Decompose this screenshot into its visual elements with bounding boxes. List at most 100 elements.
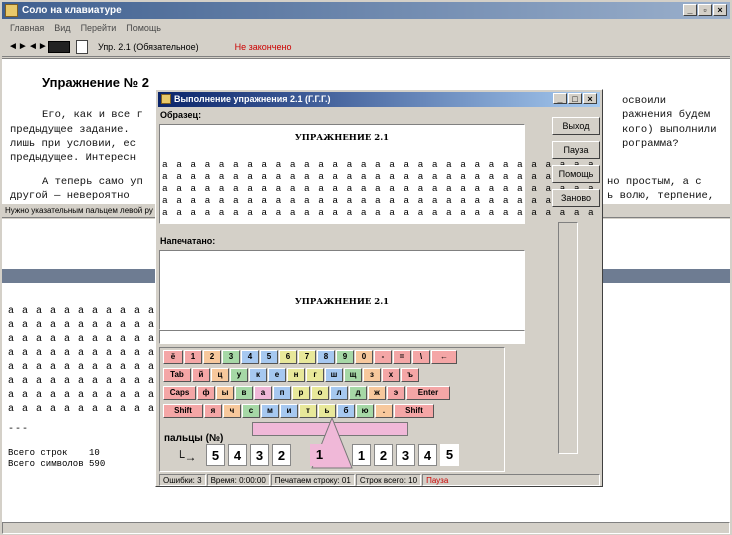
exercise-status: Не закончено: [234, 41, 292, 52]
menu-item-view[interactable]: Вид: [54, 20, 70, 36]
key: г: [306, 368, 324, 382]
key: .: [375, 404, 393, 418]
restore-button[interactable]: ▫: [698, 4, 712, 16]
pause-button[interactable]: Пауза: [552, 141, 600, 159]
key: с: [242, 404, 260, 418]
shift-left-key: Shift: [163, 404, 203, 418]
lesson-line: лишь при условии, ес: [10, 138, 137, 150]
key: 6: [279, 350, 297, 364]
app-icon: [5, 4, 18, 17]
progress-panel: [558, 222, 578, 454]
key: 8: [317, 350, 335, 364]
key: \: [412, 350, 430, 364]
toolbar: ◄► ◄► Упр. 2.1 (Обязательное) Не законче…: [2, 37, 730, 57]
key: п: [273, 386, 291, 400]
key: х: [382, 368, 400, 382]
key: ш: [325, 368, 343, 382]
sample-row: а а а а а а а а а а а а а а а а а а а а …: [162, 195, 596, 206]
close-button[interactable]: ×: [713, 4, 727, 16]
dialog-title-bar: Выполнение упражнения 2.1 (Г.Г.Г.) _ □ ×: [158, 92, 600, 107]
lesson-line-right: ь волю, терпение,: [607, 190, 715, 202]
key: й: [192, 368, 210, 382]
key: д: [349, 386, 367, 400]
key: ж: [368, 386, 386, 400]
finger-right-2: 2: [374, 444, 393, 466]
sample-title: УПРАЖНЕНИЕ 2.1: [294, 133, 390, 143]
typed-pane: УПРАЖНЕНИЕ 2.1: [159, 250, 525, 330]
main-title-bar: Соло на клавиатуре _ ▫ ×: [2, 2, 730, 19]
typing-input[interactable]: [159, 330, 525, 344]
exercise-name: Упр. 2.1 (Обязательное): [98, 41, 199, 52]
key: 5: [260, 350, 278, 364]
key: м: [261, 404, 279, 418]
document-icon[interactable]: [76, 39, 88, 54]
menu-item-goto[interactable]: Перейти: [81, 20, 117, 36]
key: ю: [356, 404, 374, 418]
key: л: [330, 386, 348, 400]
key: 9: [336, 350, 354, 364]
key: 3: [222, 350, 240, 364]
key: -: [374, 350, 392, 364]
backspace-key: ←: [431, 350, 457, 364]
sample-pane: УПРАЖНЕНИЕ 2.1 а а а а а а а а а а а а а…: [159, 124, 594, 224]
key: р: [292, 386, 310, 400]
key: я: [204, 404, 222, 418]
key: 0: [355, 350, 373, 364]
errors-count: Ошибки: 3: [159, 474, 206, 486]
sample-row: а а а а а а а а а а а а а а а а а а а а …: [162, 171, 596, 182]
dialog-maximize-button[interactable]: □: [568, 93, 582, 104]
sample-row: а а а а а а а а а а а а а а а а а а а а …: [162, 207, 596, 218]
fingers-label: пальцы (№): [164, 433, 224, 444]
lesson-line-right: ражнения будем: [622, 109, 711, 121]
finger-right-5: 5: [440, 444, 459, 466]
exit-button[interactable]: Выход: [552, 117, 600, 135]
total-lines: Строк всего: 10: [355, 474, 422, 486]
sample-row: а а а а а а а а а а а а а а а а а а а а …: [162, 183, 596, 194]
key: ч: [223, 404, 241, 418]
window-title: Соло на клавиатуре: [22, 5, 122, 16]
dialog-minimize-button[interactable]: _: [553, 93, 567, 104]
lesson-line: Его, как и все г: [42, 109, 143, 121]
tab-key: Tab: [163, 368, 191, 382]
typed-label: Напечатано:: [160, 236, 216, 246]
key: =: [393, 350, 411, 364]
key: ф: [197, 386, 215, 400]
sample-row: а а а а а а а а а а а а а а а а а а а а …: [162, 159, 596, 170]
help-button[interactable]: Помощь: [552, 165, 600, 183]
elapsed-time: Время: 0:00:00: [206, 474, 270, 486]
finger-right-1: 1: [352, 444, 371, 466]
lesson-line-right: но простым, а с: [607, 176, 702, 188]
shift-right-key: Shift: [394, 404, 434, 418]
caps-key: Caps: [163, 386, 196, 400]
key: 1: [184, 350, 202, 364]
minimize-button[interactable]: _: [683, 4, 697, 16]
pause-status: Пауза: [422, 474, 600, 486]
key: н: [287, 368, 305, 382]
nav-arrow-icon[interactable]: ◄►: [28, 41, 48, 52]
keyboard-icon[interactable]: [48, 40, 70, 53]
finger-right-3: 3: [396, 444, 415, 466]
key: щ: [344, 368, 362, 382]
lesson-line-right: освоили: [622, 95, 667, 107]
dialog-app-icon: [161, 94, 171, 104]
finger-left-3: 3: [250, 444, 269, 466]
restart-button[interactable]: Заново: [552, 189, 600, 207]
menu-item-help[interactable]: Помощь: [126, 20, 161, 36]
back-arrow-icon[interactable]: ◄►: [8, 41, 28, 52]
key: ё: [163, 350, 183, 364]
key: в: [235, 386, 253, 400]
key: 7: [298, 350, 316, 364]
menu-bar: Главная Вид Перейти Помощь: [2, 20, 730, 36]
dialog-status-bar: Ошибки: 3 Время: 0:00:00 Печатаем строку…: [159, 474, 601, 486]
lesson-heading: Упражнение № 2: [42, 75, 149, 90]
finger-arrow-icon: └→: [176, 450, 197, 464]
dialog-close-button[interactable]: ×: [583, 93, 597, 104]
lesson-line: другой — невероятно: [10, 190, 130, 202]
current-line: Печатаем строку: 01: [270, 474, 355, 486]
key: э: [387, 386, 405, 400]
lesson-line: предыдущее задание.: [10, 124, 130, 136]
menu-item-home[interactable]: Главная: [10, 20, 44, 36]
key: у: [230, 368, 248, 382]
lesson-line: предыдущее. Интересн: [10, 152, 137, 164]
finger-right-4: 4: [418, 444, 437, 466]
